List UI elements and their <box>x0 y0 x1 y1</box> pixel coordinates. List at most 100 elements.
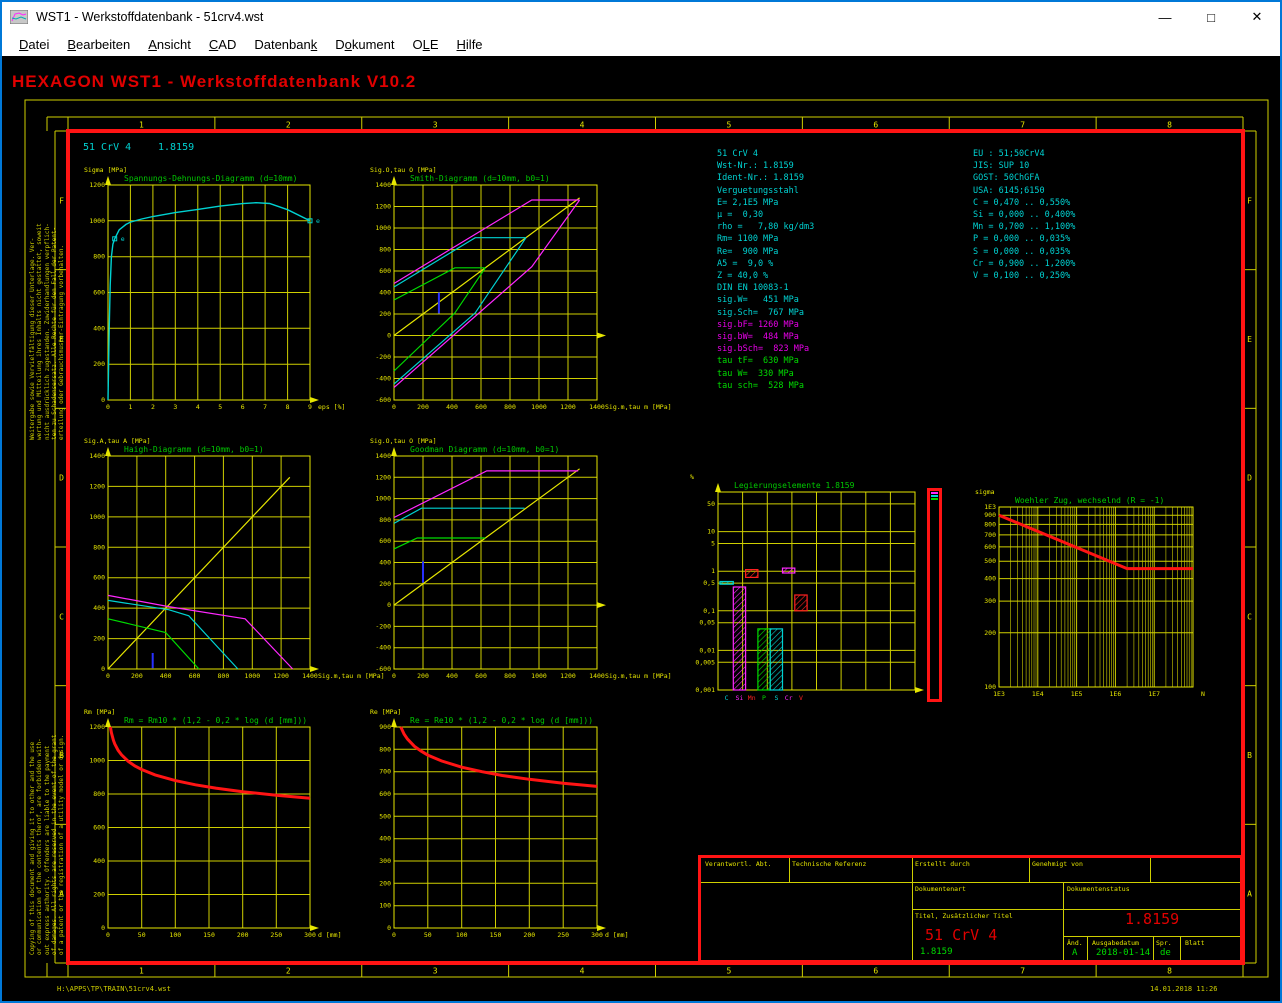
title-block: Verantwortl. Abt. Technische Referenz Er… <box>698 855 1243 963</box>
material-property: sig.Sch= 767 MPa <box>717 307 814 319</box>
menu-bar: DateiBearbeitenAnsichtCADDatenbankDokume… <box>2 32 1280 56</box>
svg-text:200: 200 <box>237 931 249 939</box>
minimize-button[interactable]: — <box>1142 2 1188 32</box>
svg-text:5: 5 <box>711 540 715 548</box>
svg-text:300: 300 <box>984 597 996 605</box>
svg-text:P: P <box>762 694 766 702</box>
svg-text:-400: -400 <box>375 375 391 383</box>
svg-text:800: 800 <box>93 543 105 551</box>
marker-column-indicator <box>927 488 942 702</box>
svg-text:0,01: 0,01 <box>699 646 715 654</box>
svg-text:2: 2 <box>286 121 291 130</box>
svg-text:1: 1 <box>139 121 144 130</box>
svg-text:Sig.m,tau m [MPa]: Sig.m,tau m [MPa] <box>605 672 672 680</box>
svg-text:%: % <box>690 473 694 481</box>
svg-text:250: 250 <box>270 931 282 939</box>
svg-text:Re [MPa]: Re [MPa] <box>370 708 401 716</box>
svg-text:600: 600 <box>475 672 487 680</box>
svg-text:700: 700 <box>984 531 996 539</box>
svg-text:800: 800 <box>504 403 516 411</box>
svg-text:-200: -200 <box>375 353 391 361</box>
menu-item-bearbeiten[interactable]: Bearbeiten <box>58 35 139 54</box>
svg-text:200: 200 <box>379 879 391 887</box>
svg-text:1400: 1400 <box>589 403 605 411</box>
svg-text:600: 600 <box>379 790 391 798</box>
svg-text:0: 0 <box>392 672 396 680</box>
material-property: JIS: SUP 10 <box>973 160 1075 172</box>
svg-text:200: 200 <box>93 891 105 899</box>
svg-text:200: 200 <box>417 672 429 680</box>
svg-text:F: F <box>1247 196 1252 205</box>
material-property: E= 2,1E5 MPa <box>717 197 814 209</box>
field-erstellt-durch: Erstellt durch <box>915 860 970 868</box>
svg-text:900: 900 <box>379 723 391 731</box>
menu-item-datenbank[interactable]: Datenbank <box>245 35 326 54</box>
field-blatt: Blatt <box>1185 939 1205 947</box>
svg-text:Sig.A,tau A [MPa]: Sig.A,tau A [MPa] <box>84 437 151 445</box>
material-property: EU : 51;50CrV4 <box>973 148 1075 160</box>
material-property: GOST: 50ChGFA <box>973 172 1075 184</box>
rm-diameter-chart: 050100150200250300020040060080010001200R… <box>82 704 350 942</box>
svg-text:400: 400 <box>379 289 391 297</box>
svg-text:1: 1 <box>128 403 132 411</box>
menu-item-dokument[interactable]: Dokument <box>326 35 403 54</box>
menu-item-hilfe[interactable]: Hilfe <box>448 35 492 54</box>
svg-text:8: 8 <box>1167 967 1172 976</box>
svg-text:0: 0 <box>101 924 105 932</box>
timestamp-status: 14.01.2018 11:26 <box>1150 985 1217 993</box>
svg-text:200: 200 <box>131 672 143 680</box>
svg-text:200: 200 <box>984 629 996 637</box>
svg-text:1: 1 <box>711 567 715 575</box>
svg-text:1E3: 1E3 <box>993 690 1005 698</box>
menu-item-datei[interactable]: Datei <box>10 35 58 54</box>
svg-text:1E5: 1E5 <box>1071 690 1083 698</box>
svg-text:400: 400 <box>93 604 105 612</box>
svg-text:800: 800 <box>984 520 996 528</box>
menu-item-ole[interactable]: OLE <box>404 35 448 54</box>
svg-text:1000: 1000 <box>375 224 391 232</box>
svg-text:600: 600 <box>475 403 487 411</box>
svg-text:0: 0 <box>106 672 110 680</box>
svg-text:1E7: 1E7 <box>1148 690 1160 698</box>
maximize-button[interactable]: □ <box>1188 2 1234 32</box>
svg-text:200: 200 <box>379 580 391 588</box>
svg-text:100: 100 <box>984 683 996 691</box>
svg-text:1E4: 1E4 <box>1032 690 1044 698</box>
svg-text:4: 4 <box>580 121 585 130</box>
close-button[interactable]: ✕ <box>1234 2 1280 32</box>
svg-text:4: 4 <box>196 403 200 411</box>
svg-text:800: 800 <box>379 516 391 524</box>
svg-text:50: 50 <box>707 500 715 508</box>
material-properties-list: 51 CrV 4Wst-Nr.: 1.8159Ident-Nr.: 1.8159… <box>717 148 814 392</box>
svg-text:1200: 1200 <box>273 672 289 680</box>
menu-item-cad[interactable]: CAD <box>200 35 245 54</box>
svg-text:3: 3 <box>433 121 438 130</box>
title-material-name: 51 CrV 4 <box>925 926 997 944</box>
svg-text:800: 800 <box>379 745 391 753</box>
material-property: Verguetungsstahl <box>717 185 814 197</box>
svg-text:1200: 1200 <box>375 473 391 481</box>
material-property: A5 = 9,0 % <box>717 258 814 270</box>
svg-text:9: 9 <box>308 403 312 411</box>
material-name-header: 51 CrV 4 <box>83 142 131 153</box>
material-property: P = 0,000 .. 0,035% <box>973 233 1075 245</box>
svg-text:6: 6 <box>241 403 245 411</box>
material-property: tau tF= 630 MPa <box>717 355 814 367</box>
svg-text:7: 7 <box>263 403 267 411</box>
green-tick <box>931 498 938 500</box>
svg-text:Re = Re10 * (1,2 - 0,2 * log (: Re = Re10 * (1,2 - 0,2 * log (d [mm])) <box>410 716 593 725</box>
material-property: Cr = 0,900 .. 1,200% <box>973 258 1075 270</box>
svg-text:100: 100 <box>379 902 391 910</box>
svg-text:D: D <box>59 474 64 483</box>
svg-text:Legierungselemente 1.8159: Legierungselemente 1.8159 <box>734 481 855 490</box>
svg-text:1000: 1000 <box>89 513 105 521</box>
value-aend: A <box>1072 948 1077 958</box>
app-window: WST1 - Werkstoffdatenbank - 51crv4.wst —… <box>0 0 1282 1003</box>
material-number-header: 1.8159 <box>158 142 194 153</box>
svg-text:600: 600 <box>379 537 391 545</box>
material-property: V = 0,100 .. 0,250% <box>973 270 1075 282</box>
svg-text:1000: 1000 <box>531 403 547 411</box>
svg-text:0: 0 <box>387 601 391 609</box>
svg-text:Rm = Rm10 * (1,2 - 0,2 * log (: Rm = Rm10 * (1,2 - 0,2 * log (d [mm])) <box>124 716 307 725</box>
menu-item-ansicht[interactable]: Ansicht <box>139 35 200 54</box>
